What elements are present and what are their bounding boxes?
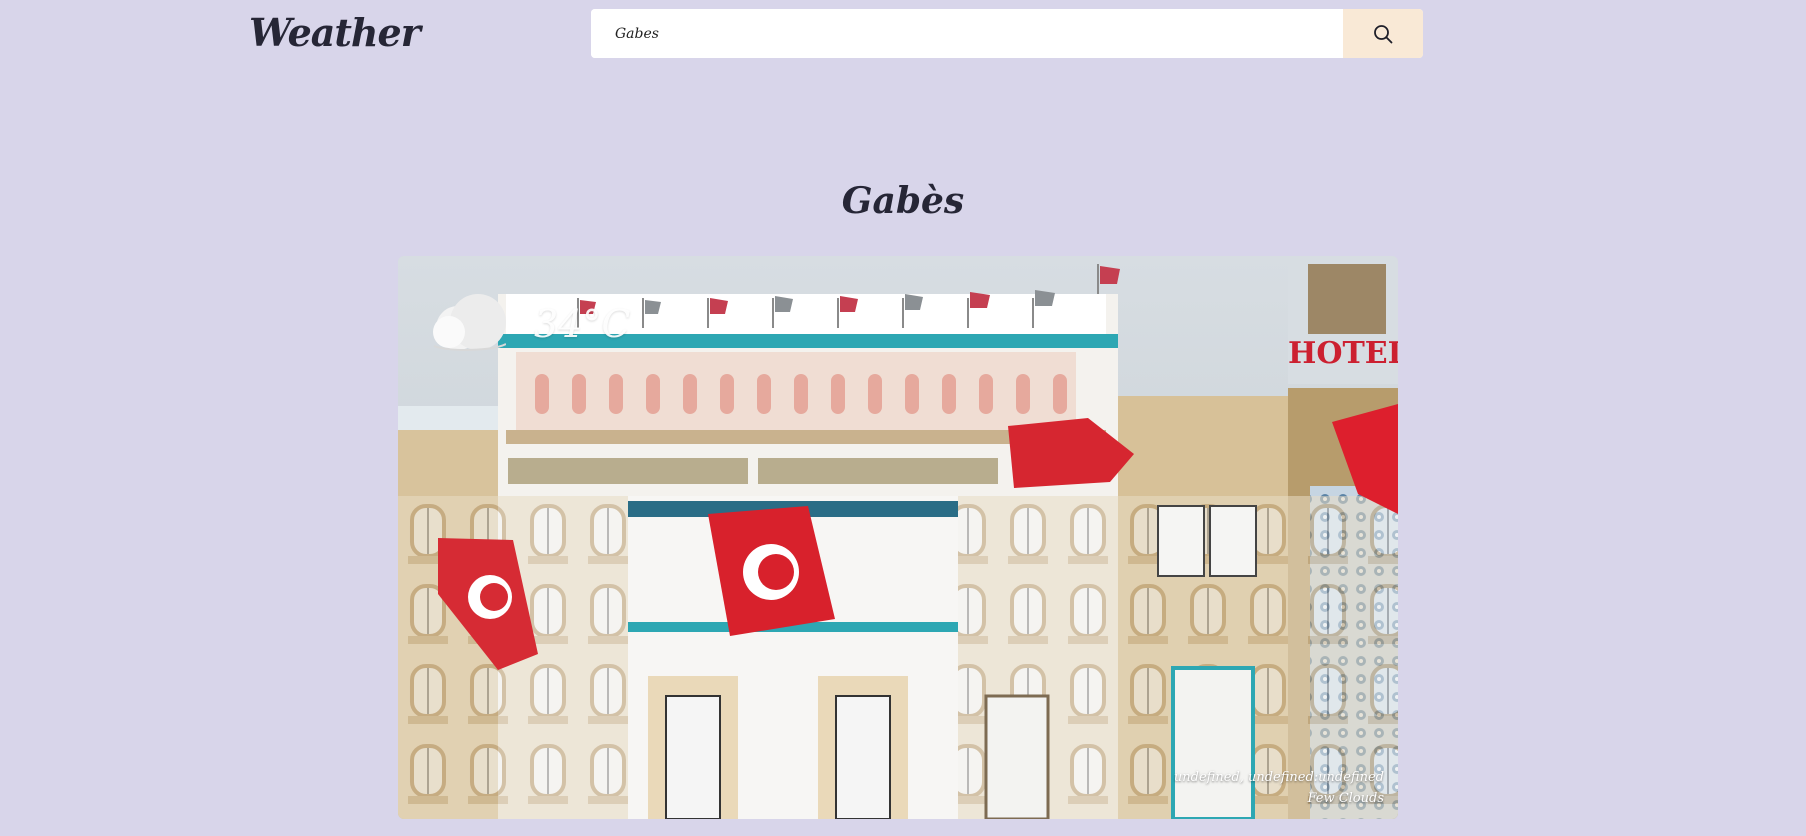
city-title: Gabès	[841, 180, 965, 222]
search-icon	[1374, 24, 1393, 43]
search-input[interactable]	[591, 9, 1343, 58]
weather-summary: 34°C	[422, 294, 630, 354]
weather-details: undefined, undefined:undefined Few Cloud…	[1174, 767, 1384, 809]
condition-text: Few Clouds	[1307, 791, 1384, 806]
weather-card: HOTEL 34°C undefined, undefined:undefine…	[398, 256, 1398, 819]
temperature-text: 34°C	[534, 302, 631, 346]
svg-text:HOTEL: HOTEL	[1288, 336, 1398, 371]
datetime-text: undefined, undefined:undefined	[1173, 770, 1384, 785]
app-logo[interactable]: Weather	[249, 10, 421, 55]
few-clouds-icon	[433, 294, 506, 351]
search-form	[591, 9, 1423, 58]
weather-page: Weather Gabès	[0, 0, 1806, 836]
search-button[interactable]	[1343, 9, 1423, 58]
